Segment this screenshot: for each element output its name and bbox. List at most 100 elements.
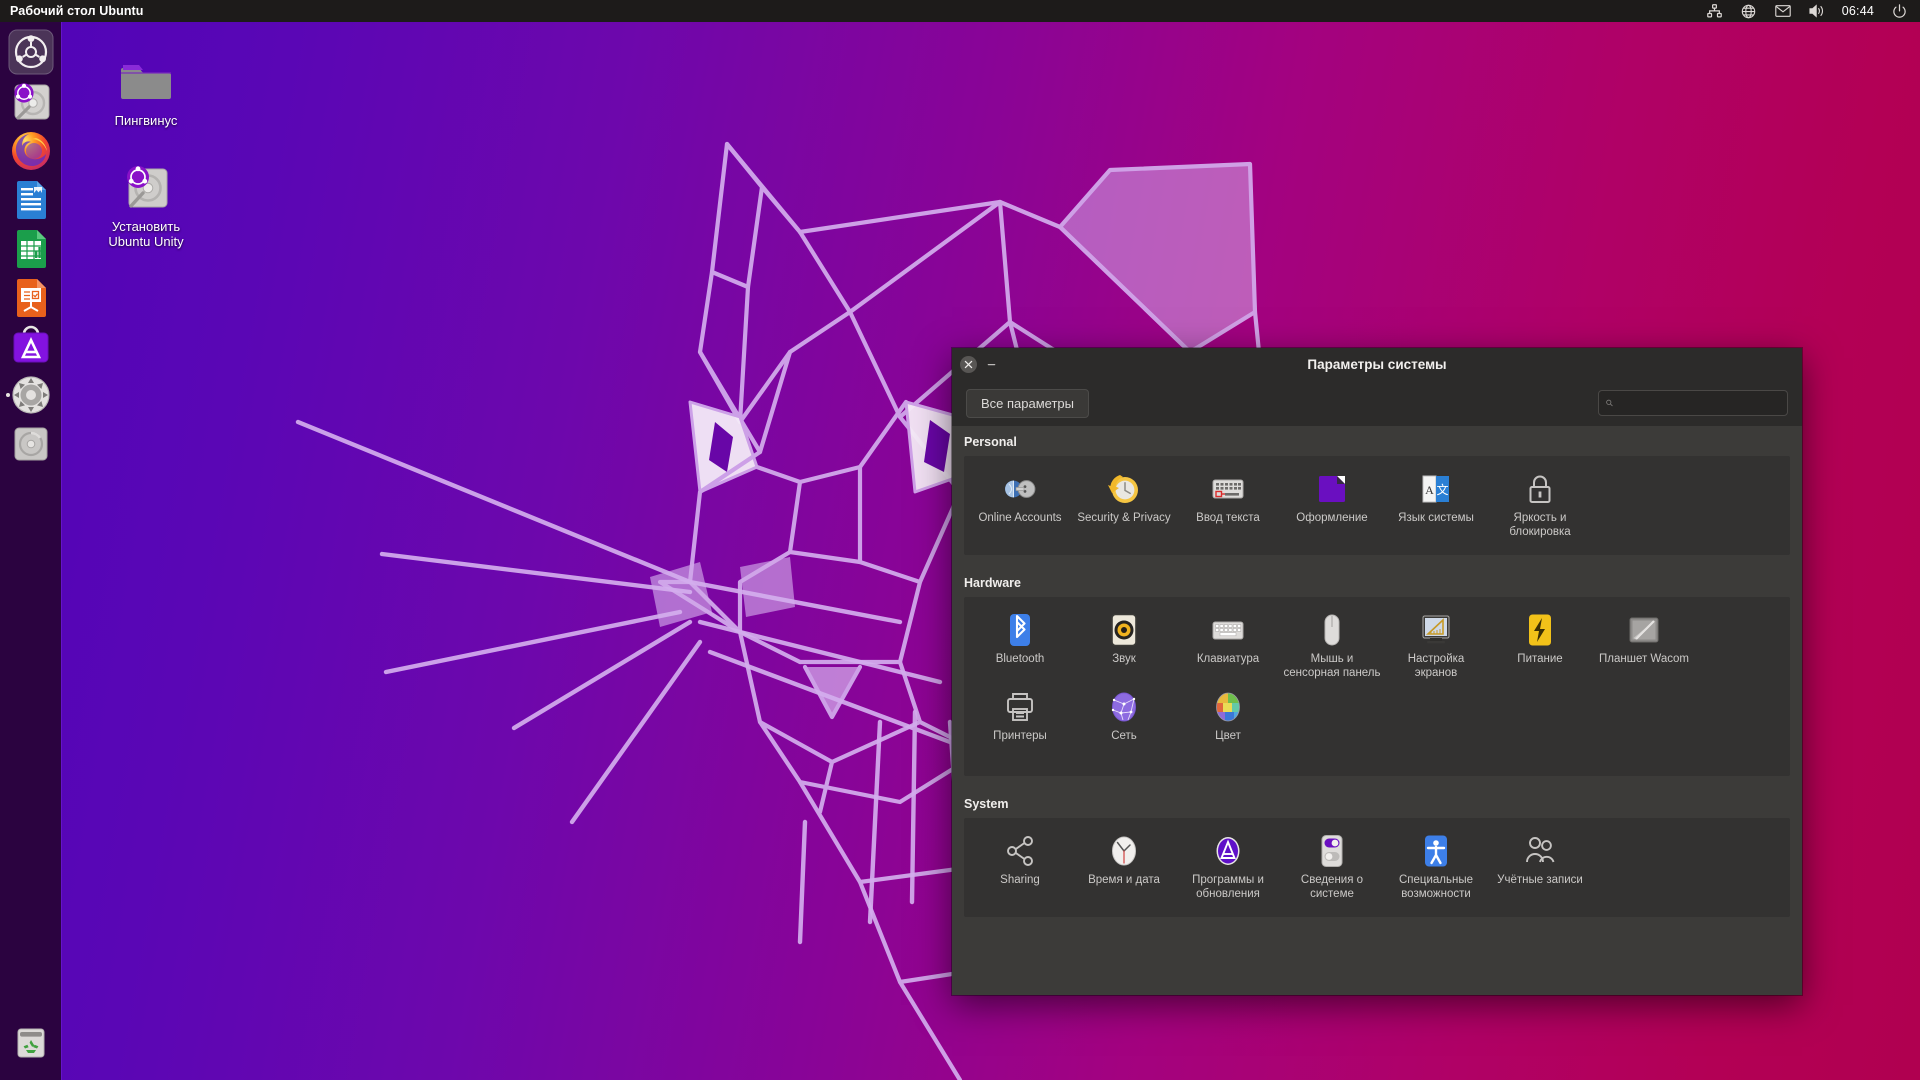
tile-label: Мышь и сенсорная панель <box>1283 653 1381 679</box>
search-icon <box>1606 399 1613 407</box>
keyboard-icon <box>1212 621 1244 640</box>
tile-sharing[interactable]: Sharing <box>968 828 1072 905</box>
tile-accessibility[interactable]: Специальные возможности <box>1384 828 1488 905</box>
tile-language[interactable]: A 文 Язык системы <box>1384 466 1488 543</box>
desktop-icon-label: Установить Ubuntu Unity <box>108 219 184 249</box>
tile-label: Язык системы <box>1398 512 1474 524</box>
window-title: Параметры системы <box>1307 356 1447 372</box>
launcher-item-trash-icon[interactable] <box>7 1018 55 1066</box>
minimize-button[interactable] <box>983 356 1000 373</box>
tile-label: Программы и обновления <box>1192 874 1264 900</box>
section-body-hardware: Bluetooth Звук Клавиатура Мышь и сенсорн… <box>964 597 1790 776</box>
tile-online-accounts[interactable]: Online Accounts <box>968 466 1072 543</box>
wacom-icon <box>1629 617 1659 643</box>
close-button[interactable] <box>960 355 977 373</box>
tile-label: Клавиатура <box>1196 653 1260 665</box>
launcher-item-libreoffice-impress-icon[interactable] <box>7 273 55 321</box>
launcher-item-disc-icon[interactable] <box>7 420 55 468</box>
unity-launcher <box>0 22 62 1080</box>
tile-label: Специальные возможности <box>1398 874 1474 900</box>
section-title-hardware: Hardware <box>952 567 1802 597</box>
tile-security-privacy[interactable]: Security & Privacy <box>1072 466 1176 543</box>
tile-label: Sharing <box>1000 874 1040 886</box>
power-bolt-icon <box>1529 614 1551 646</box>
tile-wacom[interactable]: Планшет Wacom <box>1592 607 1696 684</box>
software-updates-icon <box>1216 837 1240 865</box>
tile-keyboard[interactable]: Клавиатура <box>1176 607 1280 684</box>
tile-mouse[interactable]: Мышь и сенсорная панель <box>1280 607 1384 684</box>
network-icon[interactable] <box>1706 3 1724 19</box>
system-settings-window: Параметры системы Все параметры Personal <box>952 348 1802 995</box>
sound-icon <box>1111 613 1137 647</box>
tile-software-updates[interactable]: Программы и обновления <box>1176 828 1280 905</box>
tile-label: Планшет Wacom <box>1599 653 1689 665</box>
tile-label: Цвет <box>1215 730 1241 742</box>
tile-label: Настройка экранов <box>1407 653 1465 679</box>
appearance-icon <box>1319 476 1345 502</box>
section-title-system: System <box>952 788 1802 818</box>
tile-datetime[interactable]: Время и дата <box>1072 828 1176 905</box>
network-globe-icon <box>1111 692 1136 722</box>
window-titlebar[interactable]: Параметры системы <box>952 348 1802 380</box>
tile-label: Питание <box>1517 653 1563 665</box>
accessibility-icon <box>1425 835 1447 867</box>
tile-label: Online Accounts <box>978 512 1062 524</box>
launcher-item-firefox-icon[interactable] <box>7 126 55 174</box>
launcher-item-ubuntu-software-icon[interactable] <box>7 322 55 370</box>
folder-icon <box>121 65 171 99</box>
tile-network[interactable]: Сеть <box>1072 684 1176 760</box>
volume-icon[interactable] <box>1808 3 1826 19</box>
launcher-item-libreoffice-calc-icon[interactable] <box>7 224 55 272</box>
section-body-system: Sharing Время и дата Программы и обновле… <box>964 818 1790 917</box>
text-entry-icon <box>1212 479 1244 499</box>
svg-text:文: 文 <box>1436 482 1448 497</box>
search-box[interactable] <box>1598 390 1788 416</box>
tile-text-entry[interactable]: Ввод текста <box>1176 466 1280 543</box>
tile-label: Сеть <box>1111 730 1137 742</box>
user-accounts-icon <box>1526 837 1555 863</box>
displays-icon <box>1422 615 1450 644</box>
tile-brightness-lock[interactable]: Яркость и блокировка <box>1488 466 1592 543</box>
desktop-icon-folder[interactable]: Пингвинус <box>90 52 202 128</box>
tile-system-info[interactable]: Сведения о системе <box>1280 828 1384 905</box>
svg-text:A: A <box>1425 483 1434 497</box>
system-tray: 06:44 <box>1706 3 1920 19</box>
section-body-personal: Online Accounts Security & Privacy Ввод … <box>964 456 1790 555</box>
launcher-item-libreoffice-writer-icon[interactable] <box>7 175 55 223</box>
launcher-item-ubuntu-dash-icon[interactable] <box>7 28 55 76</box>
tile-user-accounts[interactable]: Учётные записи <box>1488 828 1592 905</box>
power-icon[interactable] <box>1890 3 1908 19</box>
desktop-icon-label: Пингвинус <box>114 113 178 128</box>
tile-label: Яркость и блокировка <box>1509 512 1571 538</box>
window-toolbar: Все параметры <box>952 380 1802 426</box>
tile-displays[interactable]: Настройка экранов <box>1384 607 1488 684</box>
language-icon: A 文 <box>1422 475 1449 503</box>
tile-label: Принтеры <box>993 730 1047 742</box>
security-privacy-icon <box>1108 475 1138 503</box>
envelope-icon[interactable] <box>1774 3 1792 19</box>
install-disk-icon <box>127 166 168 208</box>
system-info-icon <box>1321 835 1343 867</box>
all-settings-button[interactable]: Все параметры <box>966 388 1090 418</box>
tile-label: Звук <box>1112 653 1136 665</box>
tile-label: Учётные записи <box>1497 874 1583 886</box>
launcher-item-system-settings-icon[interactable] <box>5 371 55 419</box>
globe-icon[interactable] <box>1740 3 1758 19</box>
tile-label: Ввод текста <box>1196 512 1260 524</box>
panel-clock[interactable]: 06:44 <box>1842 4 1874 18</box>
top-panel: Рабочий стол Ubuntu 06:44 <box>0 0 1920 22</box>
section-title-personal: Personal <box>952 426 1802 456</box>
tile-sound[interactable]: Звук <box>1072 607 1176 684</box>
search-input[interactable] <box>1619 396 1780 410</box>
tile-bluetooth[interactable]: Bluetooth <box>968 607 1072 684</box>
tile-power[interactable]: Питание <box>1488 607 1592 684</box>
tile-appearance[interactable]: Оформление <box>1280 466 1384 543</box>
tile-color[interactable]: Цвет <box>1176 684 1280 760</box>
desktop-icon-installer[interactable]: Установить Ubuntu Unity <box>90 158 202 249</box>
tile-printers[interactable]: Принтеры <box>968 684 1072 760</box>
tile-label: Сведения о системе <box>1300 874 1364 900</box>
printers-icon <box>1007 693 1033 721</box>
launcher-item-install-disk-icon[interactable] <box>7 77 55 125</box>
sharing-icon <box>1007 836 1033 866</box>
online-accounts-icon <box>1005 480 1036 498</box>
